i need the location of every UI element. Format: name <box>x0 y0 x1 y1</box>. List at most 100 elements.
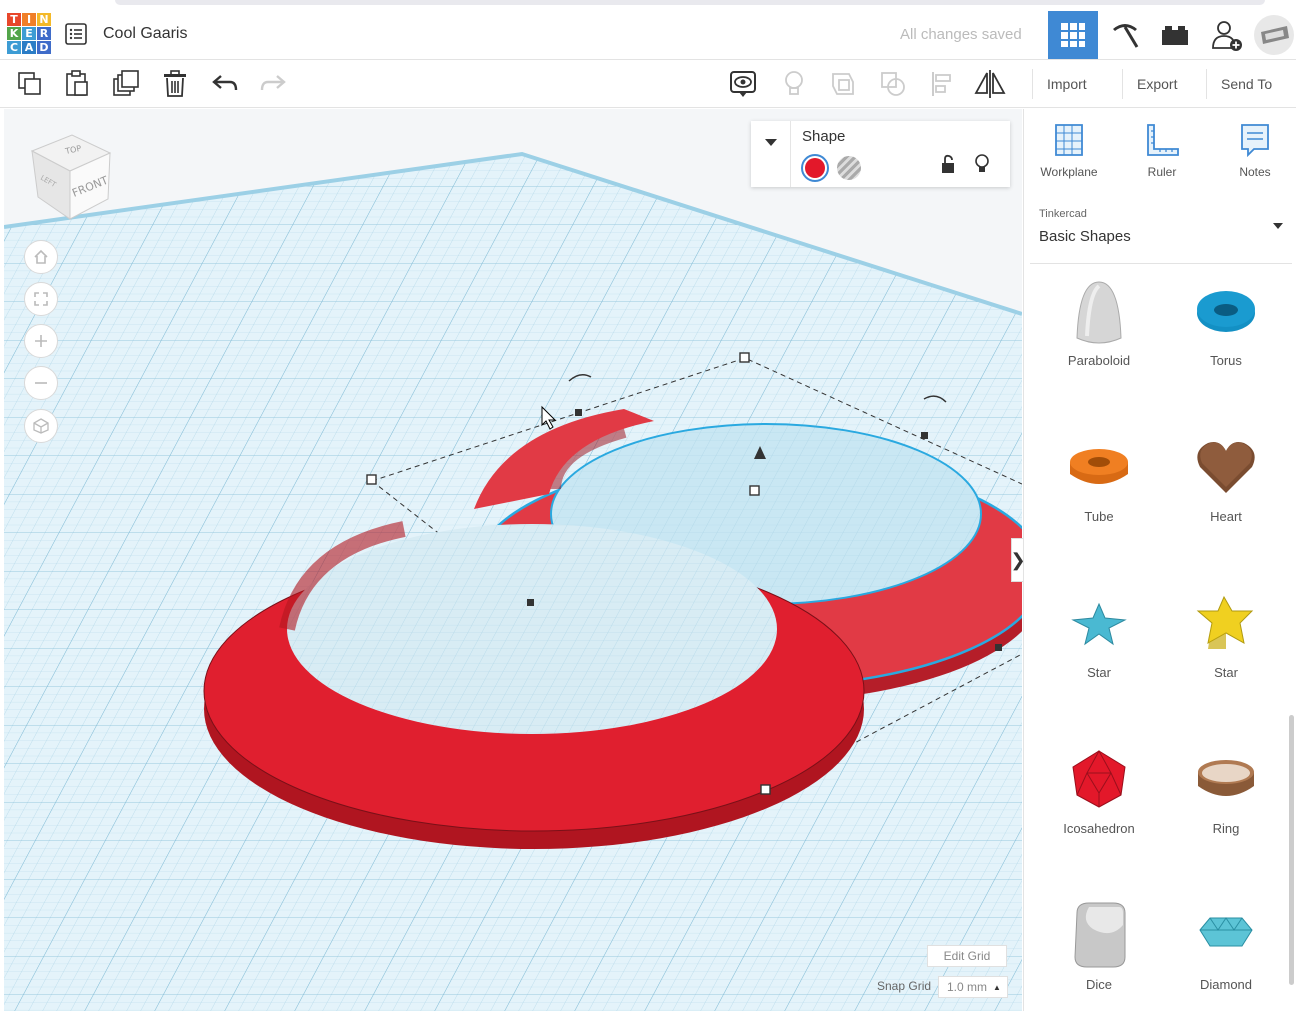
logo-letter: E <box>22 27 36 40</box>
shape-library-select[interactable]: Tinkercad Basic Shapes <box>1030 196 1292 264</box>
shape-item-ring[interactable]: Ring <box>1166 739 1286 836</box>
grid-icon <box>1061 23 1085 47</box>
avatar[interactable] <box>1252 11 1296 59</box>
app-header: TIN KER CAD Cool Gaaris All changes saved <box>0 8 1296 60</box>
logo-letter: N <box>37 13 51 26</box>
delete-button[interactable] <box>157 67 193 101</box>
undo-icon <box>212 75 238 91</box>
logo-letter: D <box>37 41 51 54</box>
shape-label: Star <box>1087 665 1111 680</box>
shape-label: Heart <box>1210 509 1242 524</box>
snap-grid-label: Snap Grid <box>877 979 932 993</box>
clipboard-icon <box>66 70 88 96</box>
edit-grid-button[interactable]: Edit Grid <box>927 945 1007 967</box>
library-source: Tinkercad <box>1039 208 1087 220</box>
pickaxe-icon <box>1113 24 1139 48</box>
align-icon <box>932 72 951 96</box>
view-cube[interactable]: TOP LEFT FRONT <box>28 131 118 221</box>
star-icon <box>1071 602 1127 646</box>
ungroup-button[interactable] <box>875 67 911 101</box>
chevron-down-icon <box>1273 223 1283 229</box>
share-user-button[interactable] <box>1202 11 1252 59</box>
notes-tool-button[interactable]: Notes <box>1215 123 1295 179</box>
shape-label: Icosahedron <box>1063 821 1135 836</box>
group-button[interactable] <box>825 67 861 101</box>
notes-icon <box>1241 124 1269 158</box>
zoom-in-button[interactable] <box>24 324 58 358</box>
import-button[interactable]: Import <box>1032 69 1101 99</box>
export-button[interactable]: Export <box>1122 69 1191 99</box>
bricks-button[interactable] <box>1150 11 1200 59</box>
shape-item-torus[interactable]: Torus <box>1166 271 1286 368</box>
paraboloid-icon <box>1076 281 1122 344</box>
home-view-button[interactable] <box>24 240 58 274</box>
perspective-button[interactable] <box>24 409 58 443</box>
ruler-icon <box>1147 124 1179 156</box>
light-bulb-button[interactable] <box>776 67 812 101</box>
shape-item-diamond[interactable]: Diamond <box>1166 895 1286 992</box>
heart-icon <box>1197 442 1255 493</box>
shape-item-heart[interactable]: Heart <box>1166 427 1286 524</box>
shape-item-tube[interactable]: Tube <box>1039 427 1159 524</box>
list-icon <box>65 23 87 45</box>
project-title[interactable]: Cool Gaaris <box>103 25 187 43</box>
shapes-sidebar: Workplane Ruler Notes Tinkercad Basic Sh… <box>1023 109 1296 1011</box>
fit-view-button[interactable] <box>24 282 58 316</box>
copy-icon <box>18 72 41 95</box>
snap-grid-value: 1.0 mm <box>947 980 988 994</box>
shape-item-star-yellow[interactable]: Star <box>1166 583 1286 680</box>
logo-letter: R <box>37 27 51 40</box>
solid-color-button[interactable] <box>801 154 829 182</box>
avatar-icon <box>1254 15 1294 55</box>
hole-button[interactable] <box>837 156 861 180</box>
brick-icon <box>1162 26 1188 45</box>
shape-item-dice[interactable]: Dice <box>1039 895 1159 992</box>
collapse-inspector-button[interactable] <box>751 121 791 187</box>
logo-letter: A <box>22 41 36 54</box>
workplane-tool-button[interactable]: Workplane <box>1029 123 1109 179</box>
copy-button[interactable] <box>12 67 48 101</box>
3d-design-view-button[interactable] <box>1048 11 1098 59</box>
plus-icon <box>35 335 47 347</box>
mirror-button[interactable] <box>972 67 1008 101</box>
shape-label: Torus <box>1210 353 1242 368</box>
add-user-icon <box>1212 21 1242 51</box>
chevron-down-icon <box>764 139 777 146</box>
icosahedron-icon <box>1072 749 1126 808</box>
shape-label: Diamond <box>1199 977 1253 992</box>
tinkercad-logo[interactable]: TIN KER CAD <box>7 13 52 56</box>
snap-grid-select[interactable]: 1.0 mm ▲ <box>938 976 1008 998</box>
sidebar-scrollbar[interactable] <box>1289 715 1294 985</box>
bulb-icon[interactable] <box>974 153 990 175</box>
show-all-button[interactable] <box>725 67 761 101</box>
shape-label: Paraboloid <box>1067 353 1131 368</box>
redo-button[interactable] <box>255 67 291 101</box>
workplane-scene[interactable] <box>4 109 1022 1011</box>
duplicate-button[interactable] <box>108 67 144 101</box>
codeblocks-button[interactable] <box>1100 11 1150 59</box>
paste-button[interactable] <box>59 67 95 101</box>
bulb-icon <box>785 71 803 95</box>
minus-icon <box>35 382 47 384</box>
save-status: All changes saved <box>900 26 1022 43</box>
library-category: Basic Shapes <box>1039 228 1131 245</box>
align-button[interactable] <box>924 67 960 101</box>
shape-label: Ring <box>1212 821 1240 836</box>
cube-icon <box>33 418 49 434</box>
logo-letter: K <box>7 27 21 40</box>
shape-item-star-blue[interactable]: Star <box>1039 583 1159 680</box>
zoom-out-button[interactable] <box>24 366 58 400</box>
shape-item-paraboloid[interactable]: Paraboloid <box>1039 271 1159 368</box>
workplane-icon <box>1055 124 1083 156</box>
inspector-title: Shape <box>802 128 846 145</box>
design-menu-button[interactable] <box>64 22 90 46</box>
workplane-viewport[interactable]: TOP LEFT FRONT <box>4 109 1022 1011</box>
lock-icon[interactable] <box>940 154 956 174</box>
shape-item-icosahedron[interactable]: Icosahedron <box>1039 739 1159 836</box>
eye-icon <box>730 71 756 97</box>
shape-label: Tube <box>1084 509 1114 524</box>
undo-button[interactable] <box>207 67 243 101</box>
ruler-tool-button[interactable]: Ruler <box>1122 123 1202 179</box>
torus-icon <box>1197 291 1255 332</box>
send-to-button[interactable]: Send To <box>1206 69 1286 99</box>
